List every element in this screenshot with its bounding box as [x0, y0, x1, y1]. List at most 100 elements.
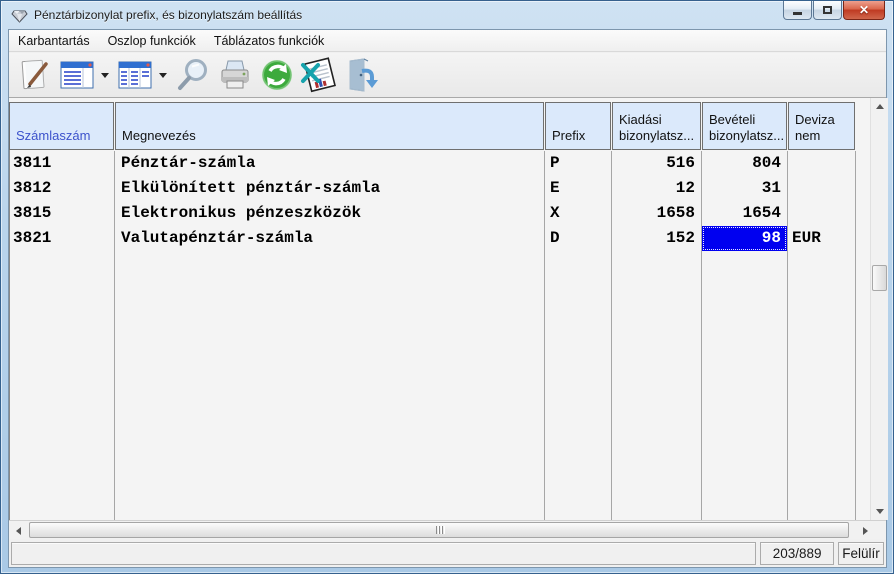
cell-megnevezes[interactable]: Pénztár-számla [121, 151, 541, 176]
scroll-up-button[interactable] [871, 98, 889, 115]
refresh-button[interactable] [257, 55, 297, 95]
cell-beveteli[interactable]: 31 [702, 176, 787, 201]
menu-oszlop-funkciok[interactable]: Oszlop funkciók [99, 31, 205, 51]
header-label: Bevételi [709, 112, 786, 128]
table-view-icon [117, 58, 153, 92]
cell-beveteli[interactable]: 804 [702, 151, 787, 176]
arrow-right-icon [863, 527, 868, 535]
exit-icon [344, 57, 378, 93]
scroll-right-button[interactable] [857, 522, 874, 539]
column-header-deviza[interactable]: Deviza nem [788, 102, 855, 150]
search-icon [175, 57, 211, 93]
table-row[interactable]: 3815 Elektronikus pénzeszközök X 1658 16… [9, 201, 855, 226]
cell-kiadasi[interactable]: 1658 [612, 201, 701, 226]
data-grid: Számlaszám Megnevezés Prefix Kiadási biz… [9, 98, 886, 520]
header-label: Számlaszám [16, 128, 113, 144]
column-header-megnevezes[interactable]: Megnevezés [115, 102, 544, 150]
chevron-down-icon [159, 73, 167, 78]
table-row[interactable]: 3811 Pénztár-számla P 516 804 [9, 151, 855, 176]
close-icon: ✕ [859, 4, 869, 16]
client-area: Karbantartás Oszlop funkciók Táblázatos … [8, 29, 887, 568]
status-message-panel [11, 542, 756, 565]
title-bar: Pénztárbizonylat prefix, és bizonylatszá… [1, 1, 893, 29]
table-view-dropdown[interactable] [157, 55, 169, 95]
cell-szamlaszam[interactable]: 3811 [13, 151, 111, 176]
scroll-left-button[interactable] [10, 522, 27, 539]
print-icon [217, 57, 253, 93]
excel-export-button[interactable] [299, 55, 339, 95]
menu-karbantartas[interactable]: Karbantartás [9, 31, 99, 51]
grip-icon [436, 526, 437, 534]
column-header-szamlaszam[interactable]: Számlaszám [9, 102, 114, 150]
arrow-down-icon [876, 509, 884, 514]
restore-icon [823, 6, 832, 14]
column-header-beveteli[interactable]: Bevételi bizonylatsz... [702, 102, 787, 150]
toolbar [9, 53, 886, 98]
column-header-prefix[interactable]: Prefix [545, 102, 611, 150]
refresh-icon [259, 57, 295, 93]
scroll-down-button[interactable] [871, 503, 889, 520]
horizontal-scrollbar[interactable] [9, 520, 886, 539]
header-label: Megnevezés [122, 128, 543, 144]
menu-bar: Karbantartás Oszlop funkciók Táblázatos … [9, 30, 886, 52]
cell-szamlaszam[interactable]: 3815 [13, 201, 111, 226]
app-window: Pénztárbizonylat prefix, és bizonylatszá… [0, 0, 894, 574]
print-button[interactable] [215, 55, 255, 95]
table-row[interactable]: 3812 Elkülönített pénztár-számla E 12 31 [9, 176, 855, 201]
window-controls: ✕ [782, 1, 885, 20]
arrow-left-icon [16, 527, 21, 535]
table-row[interactable]: 3821 Valutapénztár-számla D 152 98 EUR [9, 226, 855, 251]
vertical-scrollbar-thumb[interactable] [872, 265, 887, 291]
minimize-button[interactable] [783, 1, 812, 20]
grip-icon [439, 526, 440, 534]
header-label: bizonylatsz... [619, 128, 700, 144]
cell-kiadasi[interactable]: 516 [612, 151, 701, 176]
status-bar: 203/889 Felülír [9, 539, 886, 567]
restore-button[interactable] [813, 1, 842, 20]
header-label: nem [795, 128, 854, 144]
cell-deviza[interactable] [792, 201, 852, 226]
search-button[interactable] [173, 55, 213, 95]
list-view-dropdown[interactable] [99, 55, 111, 95]
cell-deviza[interactable] [792, 151, 852, 176]
cell-beveteli-selected[interactable]: 98 [702, 226, 787, 251]
record-position: 203/889 [760, 542, 834, 565]
cell-megnevezes[interactable]: Elkülönített pénztár-számla [121, 176, 541, 201]
cell-megnevezes[interactable]: Elektronikus pénzeszközök [121, 201, 541, 226]
arrow-up-icon [876, 104, 884, 109]
gridline [855, 151, 856, 520]
grip-icon [442, 526, 443, 534]
cell-kiadasi[interactable]: 12 [612, 176, 701, 201]
horizontal-scrollbar-thumb[interactable] [29, 522, 849, 538]
close-button[interactable]: ✕ [843, 1, 885, 20]
window-title: Pénztárbizonylat prefix, és bizonylatszá… [34, 8, 302, 22]
minimize-icon [793, 12, 802, 15]
cell-deviza[interactable]: EUR [792, 226, 852, 251]
cell-szamlaszam[interactable]: 3821 [13, 226, 111, 251]
cell-prefix[interactable]: X [550, 201, 608, 226]
excel-export-icon [300, 57, 338, 93]
cell-beveteli[interactable]: 1654 [702, 201, 787, 226]
cell-prefix[interactable]: D [550, 226, 608, 251]
menu-tablazatos-funkciok[interactable]: Táblázatos funkciók [205, 31, 333, 51]
table-view-button[interactable] [115, 55, 155, 95]
column-header-kiadasi[interactable]: Kiadási bizonylatsz... [612, 102, 701, 150]
cell-szamlaszam[interactable]: 3812 [13, 176, 111, 201]
exit-button[interactable] [341, 55, 381, 95]
cell-megnevezes[interactable]: Valutapénztár-számla [121, 226, 541, 251]
cell-prefix[interactable]: E [550, 176, 608, 201]
app-diamond-icon [11, 7, 28, 24]
vertical-scrollbar[interactable] [870, 98, 888, 520]
chevron-down-icon [101, 73, 109, 78]
edit-icon [18, 58, 52, 92]
edit-button[interactable] [15, 55, 55, 95]
header-label: Kiadási [619, 112, 700, 128]
cell-deviza[interactable] [792, 176, 852, 201]
header-label: Deviza [795, 112, 854, 128]
list-view-icon [59, 58, 95, 92]
header-label: bizonylatsz... [709, 128, 786, 144]
cell-prefix[interactable]: P [550, 151, 608, 176]
list-view-button[interactable] [57, 55, 97, 95]
cell-kiadasi[interactable]: 152 [612, 226, 701, 251]
overwrite-mode: Felülír [838, 542, 884, 565]
